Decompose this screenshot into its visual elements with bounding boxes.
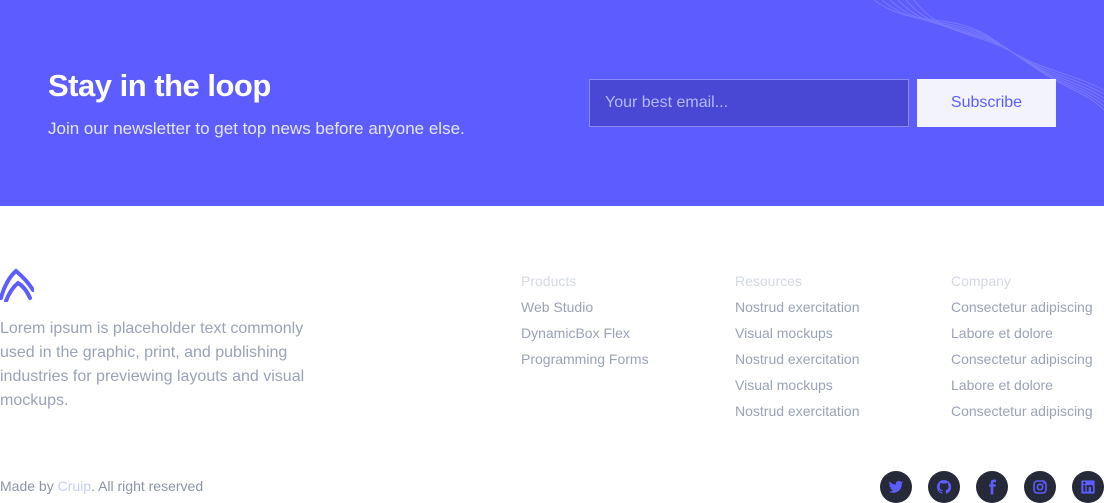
subscribe-button[interactable]: Subscribe xyxy=(917,79,1056,127)
footer-link[interactable]: Nostrud exercitation xyxy=(735,350,860,376)
footer-link[interactable]: Programming Forms xyxy=(521,350,649,376)
column-heading: Resources xyxy=(735,273,802,289)
footer-link[interactable]: Labore et dolore xyxy=(951,324,1093,350)
footer-link[interactable]: Labore et dolore xyxy=(951,376,1093,402)
footer-column-products: Products Web Studio DynamicBox Flex Prog… xyxy=(521,272,649,376)
footer-link[interactable]: Consectetur adipiscing xyxy=(951,402,1093,428)
facebook-icon[interactable] xyxy=(976,471,1008,503)
column-heading: Company xyxy=(951,273,1011,289)
footer-link[interactable]: Web Studio xyxy=(521,298,649,324)
instagram-icon[interactable] xyxy=(1024,471,1056,503)
footer-link[interactable]: Visual mockups xyxy=(735,324,860,350)
column-heading: Products xyxy=(521,273,577,289)
footer-link[interactable]: Consectetur adipiscing xyxy=(951,350,1093,376)
footer-link[interactable]: Visual mockups xyxy=(735,376,860,402)
footer-column-resources: Resources Nostrud exercitation Visual mo… xyxy=(735,272,860,428)
brand-link[interactable]: Cruip xyxy=(58,478,91,494)
footer-link[interactable]: Nostrud exercitation xyxy=(735,298,860,324)
logo-icon[interactable] xyxy=(0,268,34,302)
footer-column-company: Company Consectetur adipiscing Labore et… xyxy=(951,272,1093,428)
footer-link[interactable]: Nostrud exercitation xyxy=(735,402,860,428)
linkedin-icon[interactable] xyxy=(1072,471,1104,503)
footer-link[interactable]: Consectetur adipiscing xyxy=(951,298,1093,324)
newsletter-title: Stay in the loop xyxy=(48,68,271,103)
github-icon[interactable] xyxy=(928,471,960,503)
email-input[interactable] xyxy=(589,79,909,127)
made-by-prefix: Made by xyxy=(0,478,58,494)
newsletter-subtitle: Join our newsletter to get top news befo… xyxy=(48,119,465,138)
newsletter-banner: Stay in the loop Join our newsletter to … xyxy=(0,0,1104,206)
made-by-suffix: . All right reserved xyxy=(91,478,204,494)
twitter-icon[interactable] xyxy=(880,471,912,503)
footer-link[interactable]: DynamicBox Flex xyxy=(521,324,649,350)
footer-description: Lorem ipsum is placeholder text commonly… xyxy=(0,320,305,409)
copyright-text: Made by Cruip. All right reserved xyxy=(0,478,203,494)
